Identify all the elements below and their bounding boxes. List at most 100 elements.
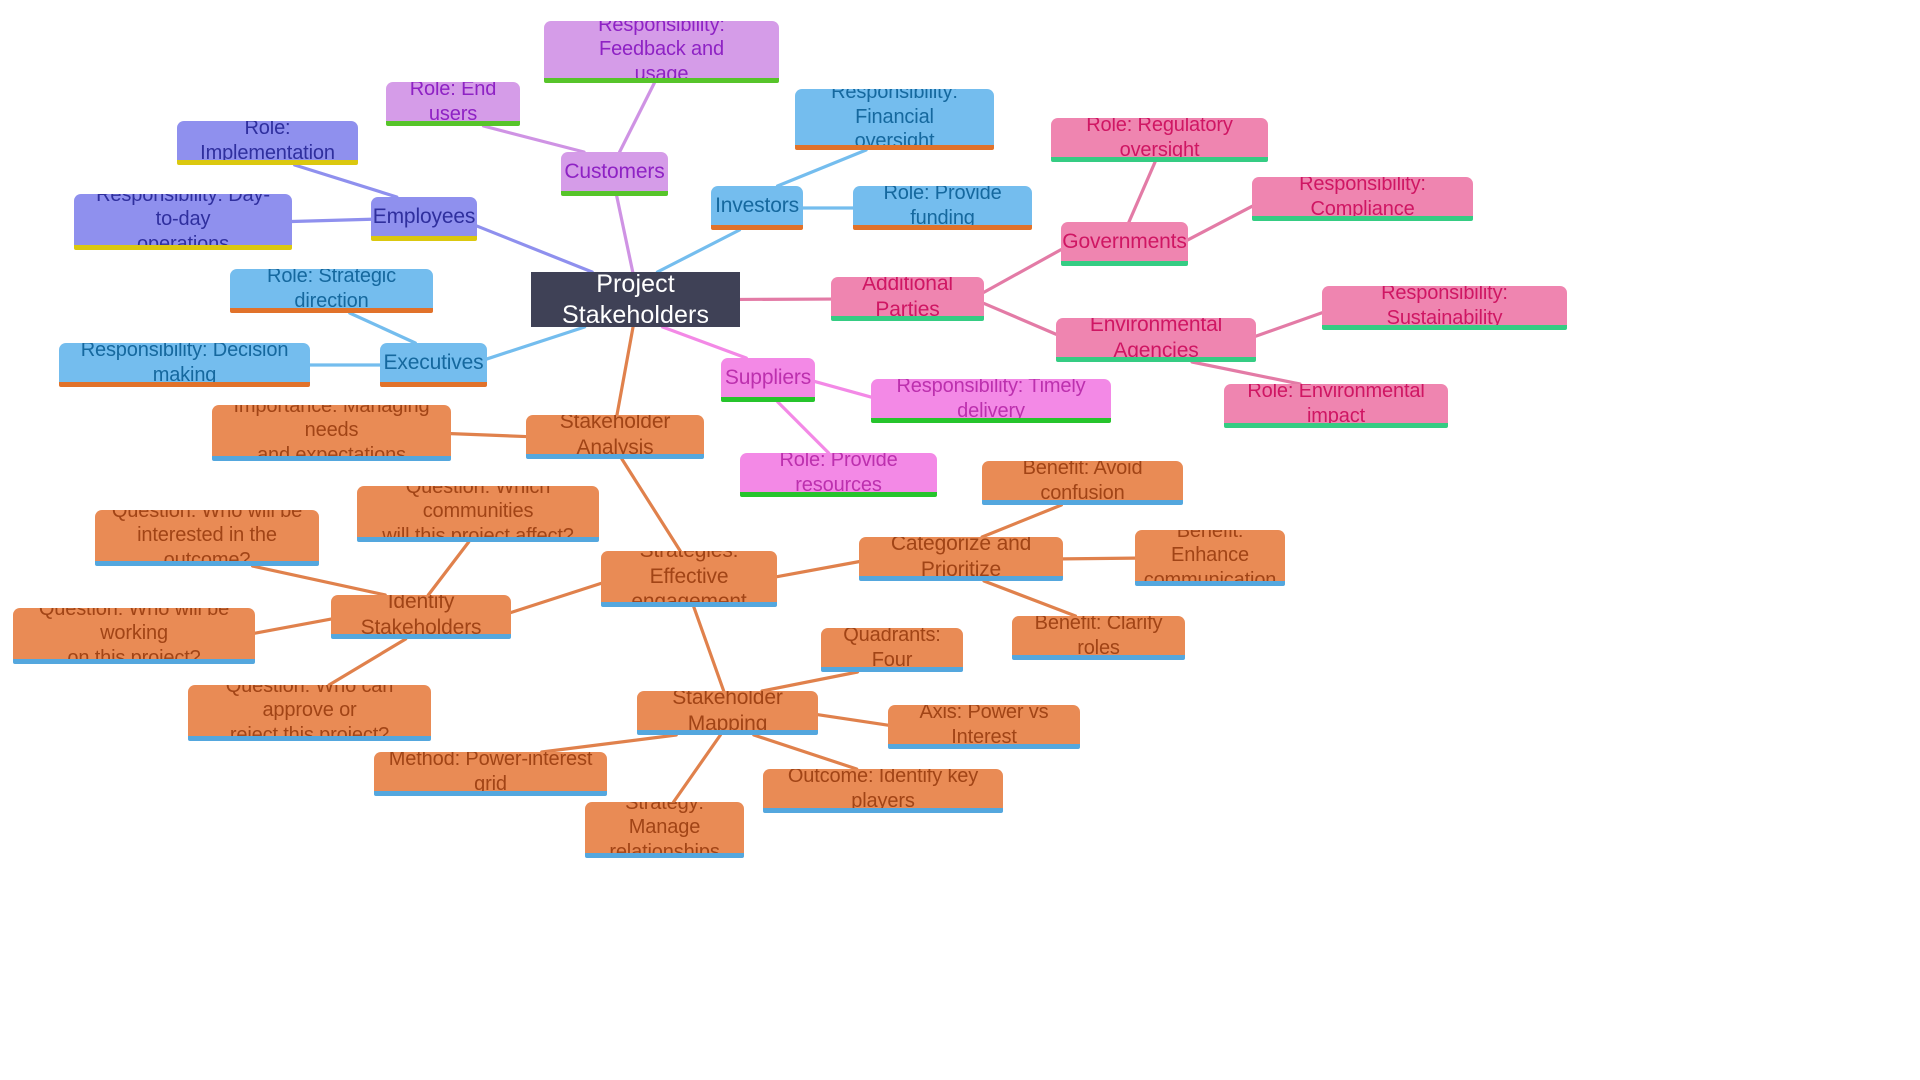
- mind-map-edge-mapping-to-map_quadrants: [760, 670, 860, 693]
- mind-map-edge-customers-to-cust_role: [481, 124, 586, 154]
- mind-map-node-label: Question: Who will be interested in the …: [111, 510, 303, 566]
- mind-map-node-root[interactable]: Project Stakeholders: [531, 272, 740, 327]
- mind-map-node-gov_role[interactable]: Role: Regulatory oversight: [1051, 118, 1268, 162]
- mind-map-node-label: Question: Who will be working on this pr…: [38, 608, 230, 664]
- mind-map-node-envagencies[interactable]: Environmental Agencies: [1056, 318, 1256, 362]
- mind-map-canvas: Project Stakeholders Employees Role: Imple…: [0, 0, 1920, 1080]
- mind-map-node-label: Customers: [564, 159, 665, 183]
- mind-map-node-map_axis[interactable]: Axis: Power vs Interest: [888, 705, 1080, 749]
- mind-map-node-emp_resp[interactable]: Responsibility: Day-to-day operations: [74, 194, 292, 250]
- mind-map-edge-categorize-to-ben_confusion: [980, 503, 1063, 539]
- mind-map-node-label: Environmental Agencies: [1089, 318, 1223, 362]
- mind-map-node-label: Categorize and Prioritize: [890, 537, 1032, 581]
- mind-map-edge-root-to-investors: [655, 228, 742, 274]
- mind-map-node-map_outcome[interactable]: Outcome: Identify key players: [763, 769, 1003, 813]
- mind-map-edge-identify-to-q_approve: [327, 637, 408, 687]
- mind-map-edge-root-to-customers: [615, 194, 635, 274]
- mind-map-edge-governments-to-gov_resp: [1186, 204, 1254, 242]
- mind-map-node-label: Identify Stakeholders: [360, 595, 482, 639]
- mind-map-node-label: Role: Environmental impact: [1247, 384, 1425, 427]
- mind-map-node-label: Responsibility: Day-to-day operations: [96, 194, 270, 250]
- mind-map-node-label: Responsibility: Compliance: [1299, 177, 1426, 220]
- mind-map-node-label: Responsibility: Decision making: [80, 343, 289, 386]
- mind-map-node-exec_role[interactable]: Role: Strategic direction: [230, 269, 433, 313]
- mind-map-node-label: Axis: Power vs Interest: [919, 705, 1049, 748]
- mind-map-node-ben_roles[interactable]: Benefit: Clarify roles: [1012, 616, 1185, 660]
- mind-map-node-analysis_imp[interactable]: Importance: Managing needs and expectati…: [212, 405, 451, 461]
- mind-map-node-additional[interactable]: Additional Parties: [831, 277, 984, 321]
- mind-map-node-sup_resp[interactable]: Responsibility: Timely delivery: [871, 379, 1111, 423]
- mind-map-edge-additional-to-governments: [982, 248, 1063, 294]
- mind-map-node-gov_resp[interactable]: Responsibility: Compliance: [1252, 177, 1473, 221]
- mind-map-node-q_communities[interactable]: Question: Which communities will this pr…: [357, 486, 599, 542]
- mind-map-node-identify[interactable]: Identify Stakeholders: [331, 595, 511, 639]
- mind-map-node-label: Stakeholder Analysis: [559, 415, 671, 459]
- mind-map-node-label: Benefit: Enhance communication: [1143, 530, 1277, 586]
- mind-map-node-governments[interactable]: Governments: [1061, 222, 1188, 266]
- mind-map-edge-root-to-suppliers: [661, 325, 748, 360]
- mind-map-edge-governments-to-gov_role: [1127, 160, 1157, 224]
- mind-map-node-q_approve[interactable]: Question: Who can approve or reject this…: [188, 685, 431, 741]
- mind-map-edge-customers-to-cust_resp: [617, 81, 656, 154]
- mind-map-node-mapping[interactable]: Stakeholder Mapping: [637, 691, 818, 735]
- mind-map-node-ben_confusion[interactable]: Benefit: Avoid confusion: [982, 461, 1183, 505]
- mind-map-edge-envagencies-to-env_resp: [1254, 311, 1324, 338]
- mind-map-node-cust_resp[interactable]: Responsibility: Feedback and usage: [544, 21, 779, 83]
- mind-map-node-label: Importance: Managing needs and expectati…: [233, 405, 430, 461]
- mind-map-node-analysis[interactable]: Stakeholder Analysis: [526, 415, 704, 459]
- mind-map-node-strategies[interactable]: Strategies: Effective engagement: [601, 551, 777, 607]
- mind-map-edge-identify-to-q_interested: [250, 564, 387, 597]
- mind-map-node-label: Benefit: Clarify roles: [1034, 616, 1163, 659]
- mind-map-node-label: Responsibility: Timely delivery: [896, 379, 1086, 422]
- mind-map-edge-strategies-to-identify: [509, 581, 603, 615]
- mind-map-node-label: Role: Regulatory oversight: [1086, 118, 1233, 161]
- mind-map-node-map_method[interactable]: Method: Power-interest grid: [374, 752, 607, 796]
- mind-map-edge-mapping-to-map_strategy: [671, 733, 722, 804]
- mind-map-node-inv_role[interactable]: Role: Provide funding: [853, 186, 1032, 230]
- mind-map-edge-mapping-to-map_outcome: [752, 733, 859, 771]
- mind-map-edge-suppliers-to-sup_resp: [813, 379, 873, 399]
- mind-map-edge-mapping-to-map_axis: [816, 713, 890, 727]
- mind-map-node-sup_role[interactable]: Role: Provide resources: [740, 453, 937, 497]
- mind-map-node-suppliers[interactable]: Suppliers: [721, 358, 815, 402]
- mind-map-node-investors[interactable]: Investors: [711, 186, 803, 230]
- mind-map-node-label: Strategies: Effective engagement: [631, 551, 747, 607]
- mind-map-node-employees[interactable]: Employees: [371, 197, 477, 241]
- mind-map-node-label: Governments: [1062, 229, 1187, 253]
- mind-map-node-map_strategy[interactable]: Strategy: Manage relationships: [585, 802, 744, 858]
- mind-map-node-label: Project Stakeholders: [561, 272, 710, 327]
- mind-map-node-categorize[interactable]: Categorize and Prioritize: [859, 537, 1063, 581]
- mind-map-node-q_working[interactable]: Question: Who will be working on this pr…: [13, 608, 255, 664]
- mind-map-edge-root-to-analysis: [615, 325, 635, 417]
- mind-map-node-label: Question: Which communities will this pr…: [382, 486, 574, 542]
- mind-map-edge-analysis-to-strategies: [620, 457, 682, 553]
- mind-map-node-label: Executives: [383, 350, 484, 374]
- mind-map-node-env_resp[interactable]: Responsibility: Sustainability: [1322, 286, 1567, 330]
- mind-map-node-q_interested[interactable]: Question: Who will be interested in the …: [95, 510, 319, 566]
- mind-map-edge-strategies-to-categorize: [775, 560, 861, 579]
- mind-map-edge-root-to-executives: [485, 325, 587, 361]
- mind-map-edge-identify-to-q_communities: [426, 540, 471, 597]
- mind-map-node-emp_role[interactable]: Role: Implementation: [177, 121, 358, 165]
- mind-map-node-label: Benefit: Avoid confusion: [1022, 461, 1143, 504]
- mind-map-node-env_role[interactable]: Role: Environmental impact: [1224, 384, 1448, 428]
- mind-map-edge-categorize-to-ben_comm: [1061, 556, 1137, 561]
- mind-map-node-customers[interactable]: Customers: [561, 152, 668, 196]
- mind-map-edge-additional-to-envagencies: [982, 301, 1058, 336]
- mind-map-node-label: Investors: [715, 193, 799, 217]
- mind-map-edge-analysis-to-analysis_imp: [449, 431, 528, 439]
- mind-map-node-label: Responsibility: Financial oversight: [831, 89, 958, 150]
- mind-map-node-ben_comm[interactable]: Benefit: Enhance communication: [1135, 530, 1285, 586]
- mind-map-edge-executives-to-exec_role: [348, 311, 417, 345]
- mind-map-node-exec_resp[interactable]: Responsibility: Decision making: [59, 343, 310, 387]
- mind-map-edge-investors-to-inv_resp: [775, 148, 868, 188]
- mind-map-node-label: Question: Who can approve or reject this…: [225, 685, 394, 741]
- mind-map-node-map_quadrants[interactable]: Quadrants: Four: [821, 628, 963, 672]
- mind-map-node-label: Employees: [372, 204, 476, 228]
- mind-map-node-cust_role[interactable]: Role: End users: [386, 82, 520, 126]
- mind-map-edge-suppliers-to-sup_role: [776, 400, 831, 455]
- mind-map-node-inv_resp[interactable]: Responsibility: Financial oversight: [795, 89, 994, 150]
- mind-map-node-executives[interactable]: Executives: [380, 343, 487, 387]
- mind-map-edge-mapping-to-map_method: [540, 733, 678, 754]
- mind-map-node-label: Role: Provide funding: [883, 186, 1002, 229]
